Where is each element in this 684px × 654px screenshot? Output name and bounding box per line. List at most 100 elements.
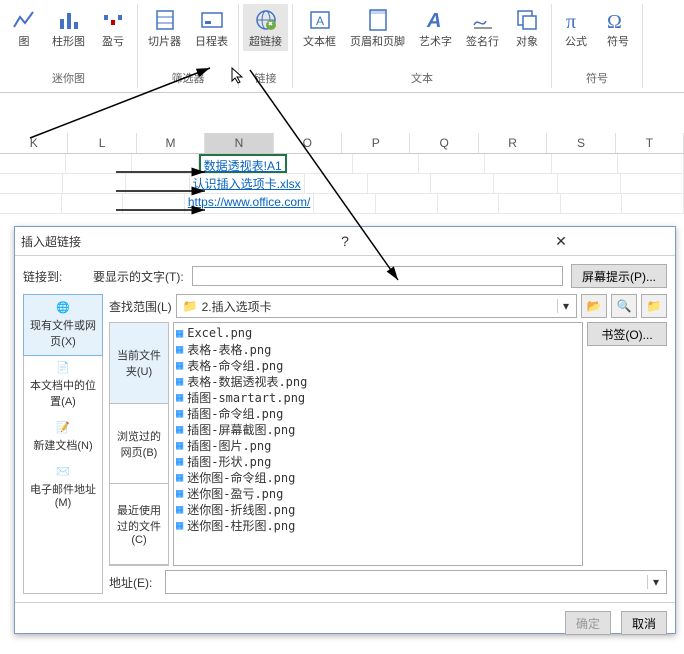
column-header[interactable]: S [547,133,615,153]
group-label: 筛选器 [172,70,205,86]
search-icon: 🔍 [617,299,632,313]
group-symbols: π 公式 Ω 符号 符号 [552,4,643,88]
file-item[interactable]: ▦插图-命令组.png [176,405,580,421]
hyperlink-cell[interactable]: 数据透视表!A1 [204,159,282,173]
column-chart-icon [55,6,83,34]
sparkline-winloss-button[interactable]: 盈亏 [93,4,133,51]
group-label: 文本 [411,70,433,86]
object-button[interactable]: 对象 [507,4,547,51]
linkto-nav: 🌐现有文件或网页(X) 📄本文档中的位置(A) 📝新建文档(N) ✉️电子邮件地… [23,294,103,594]
dialog-title: 插入超链接 [21,233,237,250]
column-header[interactable]: O [274,133,342,153]
image-file-icon: ▦ [176,502,183,516]
textbox-button[interactable]: A 文本框 [297,4,342,51]
bookmark-button[interactable]: 书签(O)... [587,322,667,346]
wordart-icon: A [422,6,450,34]
file-item[interactable]: ▦迷你图-命令组.png [176,469,580,485]
sparkline-column-button[interactable]: 柱形图 [46,4,91,51]
wordart-button[interactable]: A 艺术字 [413,4,458,51]
new-document-icon: 📝 [56,421,70,434]
hyperlink-button[interactable]: 超链接 [243,4,288,51]
address-label: 地址(E): [109,574,161,591]
hyperlink-cell[interactable]: https://www.office.com/ [188,195,311,209]
file-list[interactable]: ▦Excel.png▦表格-表格.png▦表格-命令组.png▦表格-数据透视表… [173,322,583,566]
chevron-down-icon[interactable]: ▾ [557,299,574,313]
browse-file-button[interactable]: 📁 [641,294,667,318]
file-item[interactable]: ▦表格-命令组.png [176,357,580,373]
column-header[interactable]: T [616,133,684,153]
image-file-icon: ▦ [176,518,183,532]
group-label: 链接 [255,70,277,86]
display-text-input[interactable] [192,266,563,286]
image-file-icon: ▦ [176,358,183,372]
timeline-icon [198,6,226,34]
header-footer-button[interactable]: 页眉和页脚 [344,4,411,51]
signature-button[interactable]: 签名行 [460,4,505,51]
column-header[interactable]: P [342,133,410,153]
up-folder-button[interactable]: 📂 [581,294,607,318]
tab-browsed-pages[interactable]: 浏览过的网页(B) [110,404,168,485]
image-file-icon: ▦ [176,342,183,356]
equation-button[interactable]: π 公式 [556,4,596,51]
slicer-icon [151,6,179,34]
globe-page-icon: 🌐 [56,301,70,314]
column-header[interactable]: K [0,133,68,153]
file-item[interactable]: ▦迷你图-盈亏.png [176,485,580,501]
nav-new-document[interactable]: 📝新建文档(N) [24,415,102,459]
file-item[interactable]: ▦迷你图-折线图.png [176,501,580,517]
column-header[interactable]: N [205,133,273,153]
hyperlink-icon [252,6,280,34]
group-links: 超链接 链接 [239,4,293,88]
file-item[interactable]: ▦迷你图-柱形图.png [176,517,580,533]
group-filters: 切片器 日程表 筛选器 [138,4,239,88]
address-input[interactable] [168,574,647,591]
close-button[interactable]: ✕ [453,233,669,250]
image-file-icon: ▦ [176,390,183,404]
file-item[interactable]: ▦Excel.png [176,325,580,341]
slicer-button[interactable]: 切片器 [142,4,187,51]
help-button[interactable]: ? [237,233,453,249]
file-item[interactable]: ▦插图-图片.png [176,437,580,453]
timeline-button[interactable]: 日程表 [189,4,234,51]
textbox-icon: A [306,6,334,34]
browse-tabs: 当前文件夹(U) 浏览过的网页(B) 最近使用过的文件(C) [109,322,169,566]
hyperlink-cell[interactable]: 认识插入选项卡.xlsx [193,177,301,191]
svg-text:A: A [316,14,324,28]
ok-button[interactable]: 确定 [565,611,611,635]
file-item[interactable]: ▦表格-表格.png [176,341,580,357]
column-header[interactable]: L [68,133,136,153]
image-file-icon: ▦ [176,326,183,340]
column-header[interactable]: M [137,133,205,153]
group-label: 符号 [586,70,608,86]
image-file-icon: ▦ [176,454,183,468]
line-chart-icon [10,6,38,34]
winloss-chart-icon [99,6,127,34]
tab-recent-files[interactable]: 最近使用过的文件(C) [110,484,168,565]
up-folder-icon: 📂 [587,299,602,313]
chevron-down-icon[interactable]: ▾ [647,575,664,589]
file-item[interactable]: ▦插图-屏幕截图.png [176,421,580,437]
spreadsheet-grid[interactable]: 数据透视表!A1 认识插入选项卡.xlsx https://www.office… [0,154,684,214]
image-file-icon: ▦ [176,406,183,420]
tooltip-button[interactable]: 屏幕提示(P)... [571,264,667,288]
browse-web-button[interactable]: 🔍 [611,294,637,318]
file-item[interactable]: ▦插图-形状.png [176,453,580,469]
cancel-button[interactable]: 取消 [621,611,667,635]
address-combo[interactable]: ▾ [165,570,667,594]
file-item[interactable]: ▦表格-数据透视表.png [176,373,580,389]
nav-existing-file[interactable]: 🌐现有文件或网页(X) [23,294,103,356]
column-header[interactable]: R [479,133,547,153]
file-item[interactable]: ▦插图-smartart.png [176,389,580,405]
sparkline-line-button[interactable]: 图 [4,4,44,51]
image-file-icon: ▦ [176,438,183,452]
column-headers: KLMNOPQRST [0,133,684,154]
symbol-button[interactable]: Ω 符号 [598,4,638,51]
column-header[interactable]: Q [410,133,478,153]
symbol-icon: Ω [604,6,632,34]
tab-current-folder[interactable]: 当前文件夹(U) [110,323,168,404]
nav-this-document[interactable]: 📄本文档中的位置(A) [24,355,102,415]
nav-email[interactable]: ✉️电子邮件地址(M) [24,459,102,515]
image-file-icon: ▦ [176,374,183,388]
dialog-titlebar[interactable]: 插入超链接 ? ✕ [15,227,675,256]
lookin-combo[interactable]: 📁 2.插入选项卡 ▾ [176,294,577,318]
